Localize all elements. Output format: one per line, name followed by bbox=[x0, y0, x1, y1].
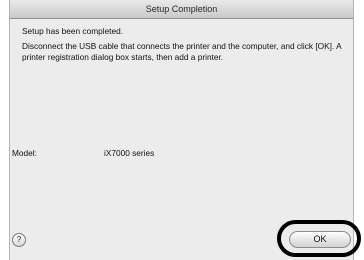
setup-completed-message: Setup has been completed. bbox=[22, 26, 124, 36]
model-label: Model: bbox=[12, 148, 37, 158]
ok-button[interactable]: OK bbox=[289, 231, 351, 248]
window-title: Setup Completion bbox=[10, 0, 353, 19]
model-value: iX7000 series bbox=[104, 148, 155, 158]
instruction-message: Disconnect the USB cable that connects t… bbox=[22, 41, 342, 62]
help-button[interactable]: ? bbox=[12, 233, 26, 247]
